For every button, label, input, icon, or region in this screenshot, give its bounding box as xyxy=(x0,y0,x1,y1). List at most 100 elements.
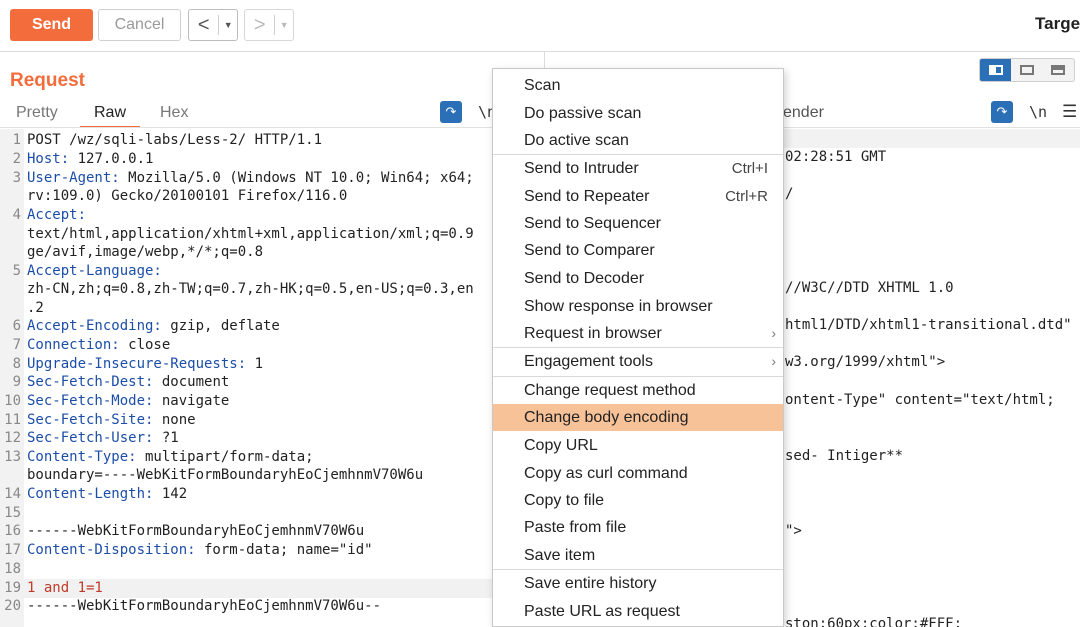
header-name: Content-Disposition: xyxy=(27,542,196,558)
line-text: Accept-Language: xyxy=(27,262,162,281)
line-number: 10 xyxy=(4,393,21,409)
code-line[interactable]: 19 1 and 1=1 xyxy=(0,579,544,598)
layout-tabs-icon[interactable] xyxy=(1043,59,1074,81)
code-line[interactable]: 16 ------WebKitFormBoundaryhEoCjemhnmV70W… xyxy=(0,522,544,541)
code-line[interactable]: 15 xyxy=(0,504,544,523)
menu-item-label: Engagement tools xyxy=(524,353,653,370)
line-text: zh-CN,zh;q=0.8,zh-TW;q=0.7,zh-HK;q=0.5,e… xyxy=(27,280,474,299)
menu-item-paste-url-as-request[interactable]: Paste URL as request xyxy=(493,598,783,625)
back-navigation[interactable]: < ▼ xyxy=(188,9,238,41)
menu-item-send-to-decoder[interactable]: Send to Decoder xyxy=(493,265,783,292)
header-name: Sec-Fetch-User: xyxy=(27,430,154,446)
menu-item-change-request-method[interactable]: Change request method xyxy=(493,377,783,404)
send-button[interactable]: Send xyxy=(10,9,93,41)
code-line[interactable]: 8 Upgrade-Insecure-Requests: 1 xyxy=(0,355,544,374)
menu-item-copy-as-curl-command[interactable]: Copy as curl command xyxy=(493,460,783,487)
line-number: 19 xyxy=(4,580,21,596)
toolbar: Send Cancel < ▼ > ▼ Targe xyxy=(0,0,1080,52)
code-line[interactable]: 12 Sec-Fetch-User: ?1 xyxy=(0,429,544,448)
menu-item-paste-from-file[interactable]: Paste from file xyxy=(493,514,783,541)
menu-item-send-to-repeater[interactable]: Send to Repeater Ctrl+R xyxy=(493,183,783,210)
forward-arrow-icon[interactable]: > xyxy=(245,10,274,40)
code-line[interactable]: 5 Accept-Language: xyxy=(0,262,544,281)
menu-item-scan[interactable]: Scan xyxy=(493,72,783,99)
forward-history-dropdown-icon[interactable]: ▼ xyxy=(275,20,293,30)
tab-render[interactable]: ender xyxy=(783,104,824,122)
word-wrap-icon[interactable]: ↷ xyxy=(991,101,1013,123)
code-line[interactable]: .2 xyxy=(0,299,544,318)
code-line[interactable]: rv:109.0) Gecko/20100101 Firefox/116.0 xyxy=(0,187,544,206)
layout-side-by-side-icon[interactable] xyxy=(980,59,1012,81)
response-text: html1/DTD/xhtml1-transitional.dtd" xyxy=(785,317,1072,333)
response-text: ontent-Type" content="text/html; xyxy=(785,392,1055,408)
code-line[interactable]: 14 Content-Length: 142 xyxy=(0,485,544,504)
line-number: 15 xyxy=(4,505,21,521)
chevron-right-icon: › xyxy=(771,353,776,369)
menu-item-save-entire-history[interactable]: Save entire history xyxy=(493,570,783,597)
menu-item-do-active-scan[interactable]: Do active scan xyxy=(493,127,783,154)
menu-item-send-to-intruder[interactable]: Send to Intruder Ctrl+I xyxy=(493,155,783,182)
tab-hex[interactable]: Hex xyxy=(160,98,188,128)
header-value: gzip, deflate xyxy=(161,318,280,334)
line-content: zh-CN,zh;q=0.8,zh-TW;q=0.7,zh-HK;q=0.5,e… xyxy=(27,281,474,297)
menu-item-request-in-browser[interactable]: Request in browser › xyxy=(493,320,783,347)
code-line[interactable]: 7 Connection: close xyxy=(0,336,544,355)
line-number: 6 xyxy=(12,318,21,334)
menu-item-label: Copy URL xyxy=(524,437,598,454)
code-line[interactable]: 17 Content-Disposition: form-data; name="… xyxy=(0,541,544,560)
header-name: Sec-Fetch-Mode: xyxy=(27,393,154,409)
header-name: Host: xyxy=(27,151,70,167)
code-line[interactable]: zh-CN,zh;q=0.8,zh-TW;q=0.7,zh-HK;q=0.5,e… xyxy=(0,280,544,299)
code-line[interactable]: 2 Host: 127.0.0.1 xyxy=(0,150,544,169)
tab-pretty[interactable]: Pretty xyxy=(16,98,58,128)
forward-navigation[interactable]: > ▼ xyxy=(244,9,294,41)
menu-item-show-response-in-browser[interactable]: Show response in browser xyxy=(493,293,783,320)
code-line[interactable]: 1 POST /wz/sqli-labs/Less-2/ HTTP/1.1 xyxy=(0,131,544,150)
menu-item-label: Scan xyxy=(524,77,561,94)
line-text: Content-Disposition: form-data; name="id… xyxy=(27,541,373,560)
code-line[interactable]: 13 Content-Type: multipart/form-data; xyxy=(0,448,544,467)
back-arrow-icon[interactable]: < xyxy=(189,10,218,40)
code-line[interactable]: 10 Sec-Fetch-Mode: navigate xyxy=(0,392,544,411)
menu-item-engagement-tools[interactable]: Engagement tools › xyxy=(493,348,783,375)
header-name: Accept: xyxy=(27,207,87,223)
code-line[interactable]: 20 ------WebKitFormBoundaryhEoCjemhnmV70W… xyxy=(0,597,544,616)
target-label[interactable]: Targe xyxy=(1035,14,1080,34)
menu-item-shortcut: Ctrl+I xyxy=(731,160,768,177)
code-line[interactable]: 4 Accept: xyxy=(0,206,544,225)
back-history-dropdown-icon[interactable]: ▼ xyxy=(219,20,237,30)
menu-item-send-to-comparer[interactable]: Send to Comparer xyxy=(493,237,783,264)
line-content: text/html,application/xhtml+xml,applicat… xyxy=(27,226,474,242)
tab-raw[interactable]: Raw xyxy=(80,98,140,128)
menu-item-copy-to-file[interactable]: Copy to file xyxy=(493,487,783,514)
menu-item-copy-url[interactable]: Copy URL xyxy=(493,432,783,459)
newline-toggle[interactable]: \n xyxy=(1029,103,1047,121)
code-line[interactable]: ge/avif,image/webp,*/*;q=0.8 xyxy=(0,243,544,262)
menu-item-label: Send to Intruder xyxy=(524,160,639,177)
code-line[interactable]: 9 Sec-Fetch-Dest: document xyxy=(0,373,544,392)
hamburger-menu-icon[interactable]: ☰ xyxy=(1062,102,1077,122)
line-content: ------WebKitFormBoundaryhEoCjemhnmV70W6u… xyxy=(27,598,382,614)
code-line[interactable]: 6 Accept-Encoding: gzip, deflate xyxy=(0,317,544,336)
tab-underline xyxy=(0,127,544,128)
line-text: rv:109.0) Gecko/20100101 Firefox/116.0 xyxy=(27,187,347,206)
menu-item-change-body-encoding[interactable]: Change body encoding xyxy=(493,404,783,431)
line-text: POST /wz/sqli-labs/Less-2/ HTTP/1.1 xyxy=(27,131,322,150)
code-line[interactable]: 3 User-Agent: Mozilla/5.0 (Windows NT 10.… xyxy=(0,169,544,188)
line-number: 17 xyxy=(4,542,21,558)
code-line[interactable]: boundary=----WebKitFormBoundaryhEoCjemhn… xyxy=(0,466,544,485)
menu-item-send-to-sequencer[interactable]: Send to Sequencer xyxy=(493,210,783,237)
line-number: 7 xyxy=(12,337,21,353)
code-line[interactable]: 11 Sec-Fetch-Site: none xyxy=(0,411,544,430)
cancel-button[interactable]: Cancel xyxy=(98,9,181,41)
word-wrap-icon[interactable]: ↷ xyxy=(440,101,462,123)
layout-stacked-icon[interactable] xyxy=(1011,59,1042,81)
code-line[interactable]: text/html,application/xhtml+xml,applicat… xyxy=(0,225,544,244)
menu-item-do-passive-scan[interactable]: Do passive scan xyxy=(493,100,783,127)
request-editor[interactable]: 1 POST /wz/sqli-labs/Less-2/ HTTP/1.1 2 Hos… xyxy=(0,129,544,627)
line-content: ge/avif,image/webp,*/*;q=0.8 xyxy=(27,244,264,260)
menu-item-label: Send to Comparer xyxy=(524,242,655,259)
code-line[interactable]: 18 xyxy=(0,560,544,579)
menu-item-save-item[interactable]: Save item xyxy=(493,542,783,569)
line-number: 18 xyxy=(4,561,21,577)
